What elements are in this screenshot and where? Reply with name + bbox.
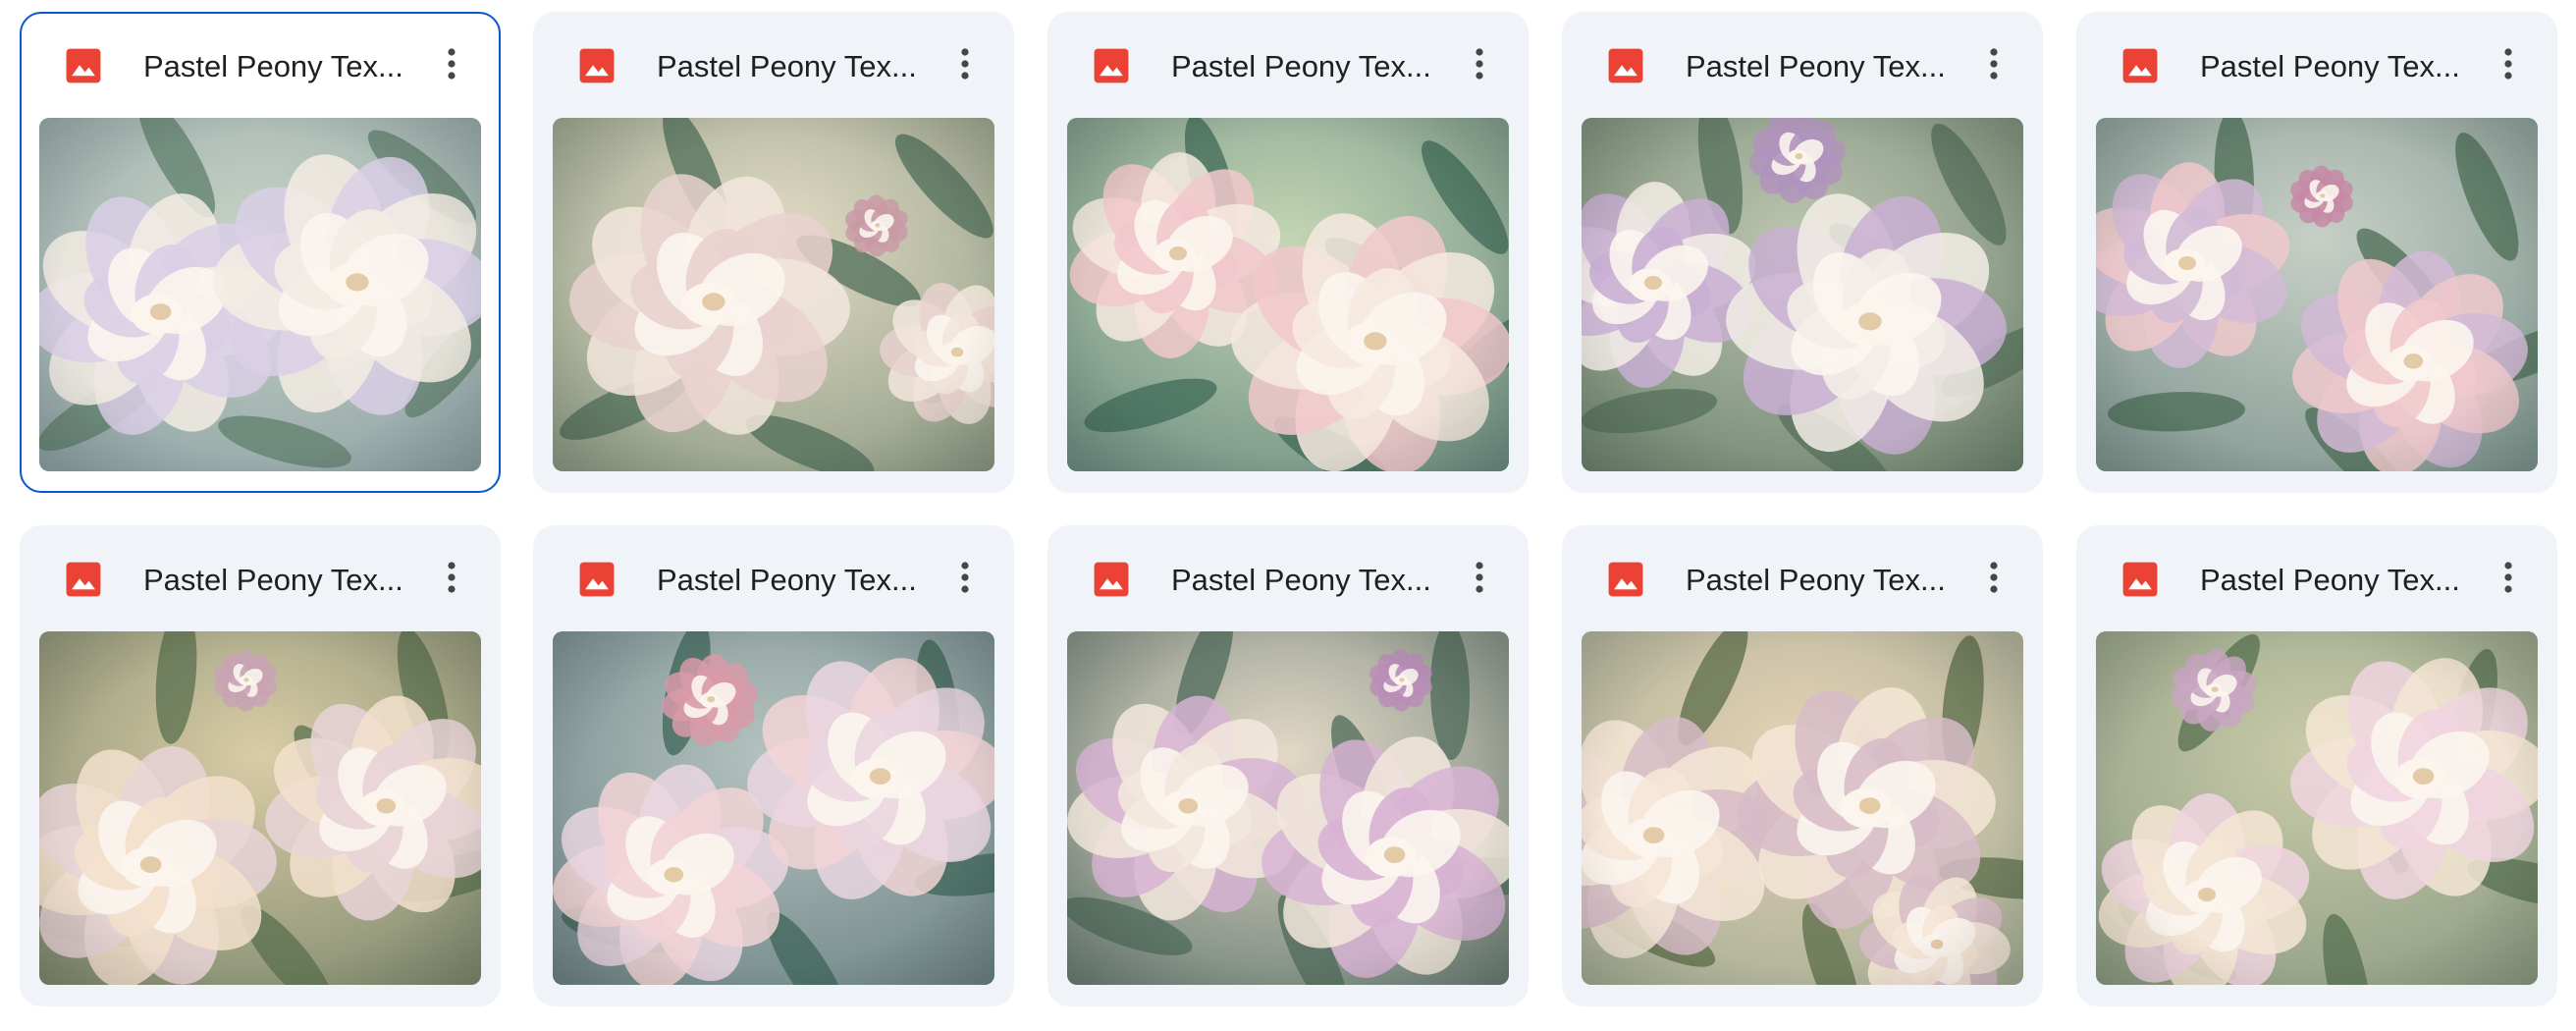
file-thumbnail[interactable] (553, 118, 994, 471)
more-actions-button[interactable] (1454, 554, 1505, 605)
file-thumbnail[interactable] (1582, 631, 2023, 985)
file-card-header: Pastel Peony Tex... (2078, 527, 2555, 631)
file-card-header: Pastel Peony Tex... (1564, 527, 2041, 631)
file-card-header: Pastel Peony Tex... (1049, 14, 1527, 118)
image-file-icon (2121, 561, 2159, 598)
file-card-header: Pastel Peony Tex... (22, 527, 499, 631)
file-card[interactable]: Pastel Peony Tex... (533, 12, 1014, 493)
file-thumbnail[interactable] (553, 631, 994, 985)
file-title: Pastel Peony Tex... (1171, 563, 1431, 597)
file-thumbnail[interactable] (2096, 631, 2538, 985)
image-file-icon (1093, 561, 1130, 598)
file-title: Pastel Peony Tex... (1171, 49, 1431, 83)
image-file-icon (65, 561, 102, 598)
file-card-header: Pastel Peony Tex... (535, 14, 1012, 118)
more-actions-button[interactable] (426, 40, 477, 91)
image-file-icon (65, 47, 102, 84)
file-thumbnail[interactable] (1067, 118, 1509, 471)
file-title: Pastel Peony Tex... (2200, 49, 2460, 83)
file-title: Pastel Peony Tex... (2200, 563, 2460, 597)
file-thumbnail[interactable] (39, 118, 481, 471)
more-vert-icon (960, 561, 970, 599)
more-actions-button[interactable] (1968, 40, 2019, 91)
file-title: Pastel Peony Tex... (657, 563, 917, 597)
more-vert-icon (1475, 47, 1484, 85)
image-file-icon (1607, 47, 1644, 84)
file-card-header: Pastel Peony Tex... (2078, 14, 2555, 118)
file-title: Pastel Peony Tex... (143, 49, 403, 83)
file-title: Pastel Peony Tex... (1686, 563, 1946, 597)
more-actions-button[interactable] (2483, 40, 2534, 91)
file-card[interactable]: Pastel Peony Tex... (1047, 525, 1529, 1006)
image-file-icon (2121, 47, 2159, 84)
more-actions-button[interactable] (939, 40, 991, 91)
file-card[interactable]: Pastel Peony Tex... (533, 525, 1014, 1006)
file-card[interactable]: Pastel Peony Tex... (1562, 525, 2043, 1006)
more-vert-icon (2503, 561, 2513, 599)
file-card[interactable]: Pastel Peony Tex... (2076, 525, 2557, 1006)
file-card[interactable]: Pastel Peony Tex... (1047, 12, 1529, 493)
image-file-icon (578, 561, 616, 598)
file-title: Pastel Peony Tex... (143, 563, 403, 597)
file-title: Pastel Peony Tex... (1686, 49, 1946, 83)
more-actions-button[interactable] (1968, 554, 2019, 605)
file-card[interactable]: Pastel Peony Tex... (20, 525, 501, 1006)
more-actions-button[interactable] (426, 554, 477, 605)
image-file-icon (578, 47, 616, 84)
file-card[interactable]: Pastel Peony Tex... (20, 12, 501, 493)
file-thumbnail[interactable] (2096, 118, 2538, 471)
more-actions-button[interactable] (1454, 40, 1505, 91)
file-card-header: Pastel Peony Tex... (535, 527, 1012, 631)
more-actions-button[interactable] (2483, 554, 2534, 605)
file-card[interactable]: Pastel Peony Tex... (1562, 12, 2043, 493)
more-vert-icon (447, 47, 456, 85)
more-vert-icon (447, 561, 456, 599)
file-card[interactable]: Pastel Peony Tex... (2076, 12, 2557, 493)
more-vert-icon (1475, 561, 1484, 599)
more-vert-icon (2503, 47, 2513, 85)
file-thumbnail[interactable] (1067, 631, 1509, 985)
more-vert-icon (1989, 47, 1999, 85)
file-card-header: Pastel Peony Tex... (1049, 527, 1527, 631)
file-card-header: Pastel Peony Tex... (22, 14, 499, 118)
more-actions-button[interactable] (939, 554, 991, 605)
image-file-icon (1093, 47, 1130, 84)
file-grid: Pastel Peony Tex... Pastel Peony Tex... Pa… (0, 0, 2576, 1031)
more-vert-icon (1989, 561, 1999, 599)
image-file-icon (1607, 561, 1644, 598)
file-title: Pastel Peony Tex... (657, 49, 917, 83)
more-vert-icon (960, 47, 970, 85)
file-card-header: Pastel Peony Tex... (1564, 14, 2041, 118)
file-thumbnail[interactable] (39, 631, 481, 985)
file-thumbnail[interactable] (1582, 118, 2023, 471)
